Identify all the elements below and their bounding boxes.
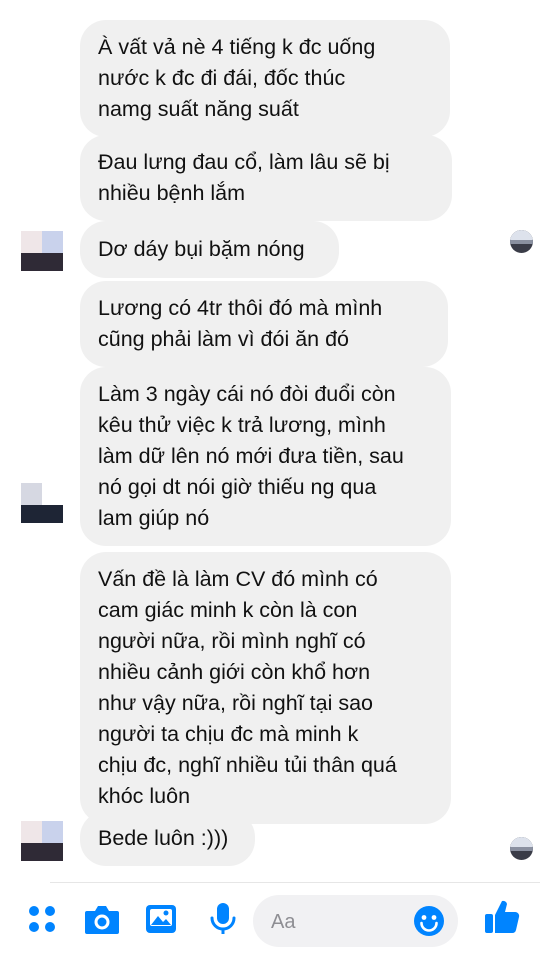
voice-button[interactable]	[205, 901, 241, 937]
contact-avatar[interactable]	[21, 821, 63, 861]
seen-indicator-avatar	[510, 837, 533, 860]
message-bubble[interactable]: Vấn đề là làm CV đó mình có cam giác min…	[80, 552, 451, 824]
message-bubble[interactable]: Lương có 4tr thôi đó mà mình cũng phải l…	[80, 281, 448, 367]
emoji-icon[interactable]	[413, 905, 445, 937]
seen-indicator-avatar	[510, 230, 533, 253]
thumbs-up-icon	[485, 900, 520, 934]
message-input-container[interactable]	[253, 895, 458, 949]
message-bubble[interactable]: Bede luôn :)))	[80, 811, 255, 866]
menu-dots-button[interactable]	[24, 901, 60, 937]
like-button[interactable]	[482, 897, 522, 937]
message-bubble[interactable]: À vất vả nè 4 tiếng k đc uống nước k đc …	[80, 20, 450, 137]
camera-button[interactable]	[83, 901, 121, 937]
contact-avatar[interactable]	[21, 231, 63, 271]
image-icon	[146, 905, 176, 933]
message-list: À vất vả nè 4 tiếng k đc uống nước k đc …	[0, 0, 540, 882]
microphone-icon	[210, 903, 236, 934]
menu-dots-icon	[29, 906, 55, 932]
message-bubble[interactable]: Đau lưng đau cổ, làm lâu sẽ bị nhiều bện…	[80, 135, 452, 221]
message-composer-bar	[0, 883, 540, 960]
camera-icon	[85, 906, 119, 934]
gallery-button[interactable]	[143, 901, 179, 937]
message-input[interactable]	[269, 895, 413, 949]
message-bubble[interactable]: Làm 3 ngày cái nó đòi đuổi còn kêu thử v…	[80, 367, 451, 546]
message-bubble[interactable]: Dơ dáy bụi bặm nóng	[80, 221, 339, 278]
contact-avatar[interactable]	[21, 483, 63, 523]
